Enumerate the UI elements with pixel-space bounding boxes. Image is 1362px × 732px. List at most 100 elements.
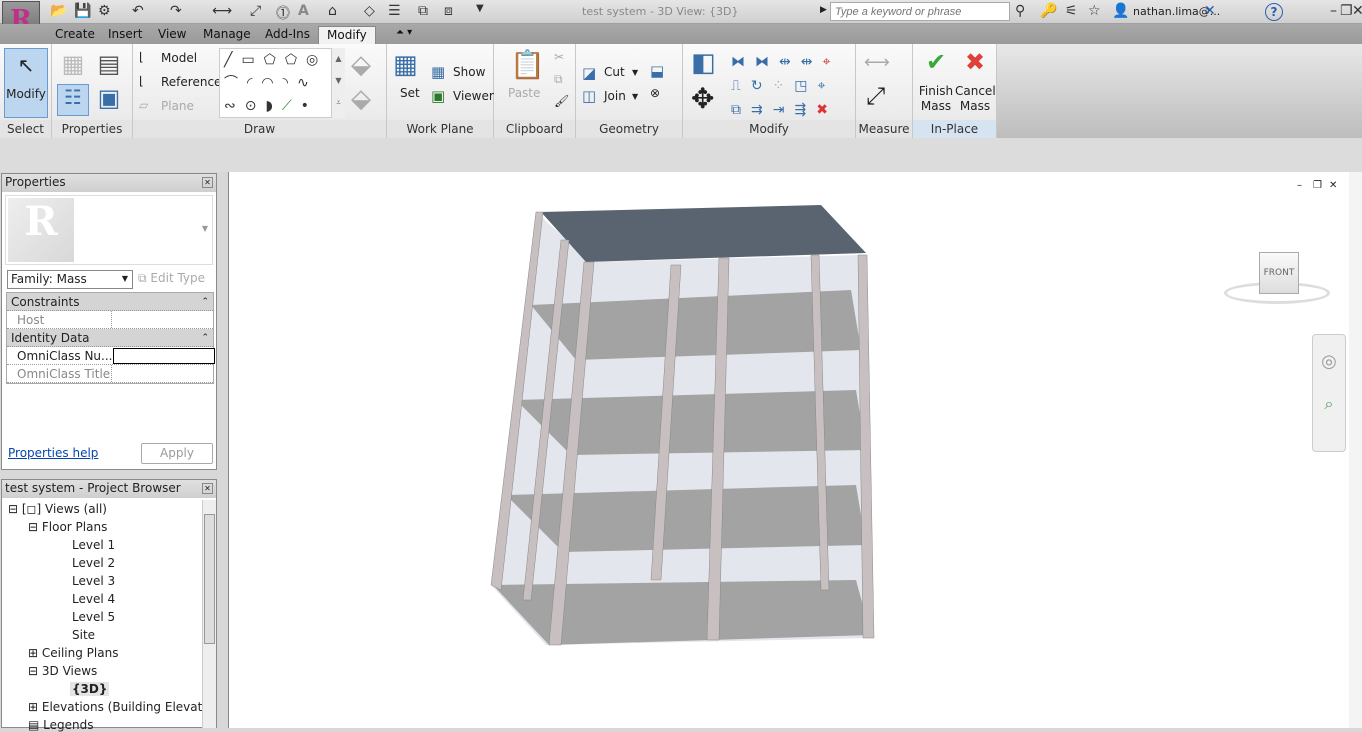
tree-elevations[interactable]: ⊞ Elevations (Building Elevatio [28,700,213,714]
offset-icon[interactable]: ⎍ [731,78,751,94]
arc-3pt-icon[interactable]: ⌒ [224,75,247,91]
pick-walls-icon[interactable]: ⬙ [351,84,371,114]
close-properties-button[interactable]: ✕ [202,177,213,188]
mirror-draw-axis-icon[interactable]: ⧓ [755,54,779,70]
family-category-icon[interactable]: ▤ [94,50,124,80]
building-mass-model[interactable] [229,172,1362,728]
apply-button[interactable]: Apply [141,443,213,464]
close-button[interactable]: ✕ [1352,3,1362,19]
key-icon[interactable]: 🔑 [1040,3,1057,19]
rotate-icon[interactable]: ↻ [751,78,773,94]
tab-create[interactable]: Create [55,27,95,41]
undo-icon[interactable]: ↶ [132,3,144,19]
unpin-icon[interactable]: ⌖ [822,54,840,70]
scale-icon[interactable]: ◳ [794,78,817,94]
tree-ceiling-plans[interactable]: ⊞ Ceiling Plans [28,646,118,660]
arc-partial-icon[interactable]: ◗ [265,98,281,114]
edit-type-button[interactable]: ⧉ Edit Type [138,271,205,286]
tree-floor-plans[interactable]: ⊟ Floor Plans [28,520,107,534]
draw-shape-gallery[interactable]: ╱▭⬠⬠◎ ⌒◜◠◝∿ ∾⊙◗⟋• [219,48,345,118]
steering-wheel-icon[interactable]: ◎ [1313,351,1345,372]
ribbon-minimize-toggle[interactable]: ⏶ ▾ [396,27,412,38]
help-button[interactable]: ? [1265,3,1283,21]
delete-icon[interactable]: ✖ [816,102,838,118]
arc-center-icon[interactable]: ◜ [247,75,261,91]
arc-tangent-icon[interactable]: ◠ [261,75,282,91]
align-icon[interactable]: ◧ [691,48,716,78]
set-button[interactable]: Set [400,86,420,100]
tree-views-all[interactable]: ⊟ [◻] Views (all) [8,502,107,516]
property-value[interactable] [111,365,112,382]
3d-viewport[interactable]: – ❐ ✕ FRONT ◎ ⌕ [228,172,1362,728]
type-selector[interactable]: R ▼ [5,195,213,265]
split-face-icon[interactable]: ⬓ [650,62,664,80]
switch-windows-icon[interactable]: ⧈ [444,3,453,19]
tab-modify[interactable]: Modify [318,26,376,44]
redo-icon[interactable]: ↷ [170,3,182,19]
tree-level-1[interactable]: Level 1 [72,538,115,552]
finish-mass-button[interactable]: ✔ Finish Mass [917,48,955,118]
tab-add-ins[interactable]: Add-Ins [265,27,310,41]
spline-icon[interactable]: ∿ [297,75,318,91]
save-icon[interactable]: 💾 [74,3,91,19]
tag-icon[interactable]: ⓵ [276,3,290,23]
search-input[interactable] [830,2,1010,21]
viewport-scrollbar[interactable] [1349,172,1362,728]
customize-dropdown-icon[interactable]: ▼ [476,3,484,14]
property-row-omniclass-title[interactable]: OmniClass Title [7,365,213,383]
star-icon[interactable]: ☆ [1088,3,1101,19]
satellite-icon[interactable]: ⚟ [1065,3,1078,19]
tab-manage[interactable]: Manage [203,27,251,41]
expand-search-icon[interactable]: ▶ [820,5,827,15]
viewcube[interactable]: FRONT [1259,252,1299,294]
plane-button[interactable]: Plane [161,99,194,113]
circumscribed-polygon-icon[interactable]: ⬠ [285,52,306,68]
fillet-arc-icon[interactable]: ◝ [283,75,297,91]
minimize-button[interactable]: – [1330,3,1337,19]
viewport-restore-icon[interactable]: ❐ [1313,180,1322,191]
3d-view-icon[interactable]: ⌂ [328,3,337,19]
section-icon[interactable]: ◇ [364,3,375,19]
tree-level-5[interactable]: Level 5 [72,610,115,624]
modify-button[interactable]: ↖ Modify [4,48,48,118]
tree-legends[interactable]: ▤ Legends [28,718,94,732]
binoculars-icon[interactable]: ⚲ [1015,3,1025,19]
properties-toggle-button[interactable]: ☷ [57,84,89,116]
copy-icon[interactable]: ⧉ [554,72,563,87]
tab-view[interactable]: View [158,27,186,41]
copy-element-icon[interactable]: ⧉ [731,102,751,118]
model-button[interactable]: Model [161,51,197,65]
property-value[interactable] [111,311,112,328]
reference-button[interactable]: Reference [161,75,221,89]
browser-scrollbar[interactable] [202,500,216,728]
cancel-mass-button[interactable]: ✖ Cancel Mass [955,48,996,118]
open-icon[interactable]: 📂 [50,3,67,19]
pick-faces-icon[interactable]: ⬙ [351,50,371,80]
rectangle-icon[interactable]: ▭ [241,52,263,68]
cut-icon[interactable]: ✂ [554,50,564,64]
section-identity-data[interactable]: Identity Data ⌃ [7,329,213,347]
split-with-gap-icon[interactable]: ⇹ [801,54,823,70]
properties-help-link[interactable]: Properties help [8,446,98,460]
zoom-region-icon[interactable]: ⌕ [1313,394,1345,414]
tree-3d-view-selected[interactable]: {3D} [70,682,110,696]
line-icon[interactable]: ╱ [224,52,241,68]
property-row-host[interactable]: Host [7,311,213,329]
family-types-icon[interactable]: ▣ [94,84,124,114]
measure-between-icon[interactable]: ⟷ [864,52,890,73]
omniclass-number-input[interactable] [113,348,215,364]
family-filter-dropdown[interactable]: Family: Mass ▼ [7,270,133,289]
tree-site[interactable]: Site [72,628,95,642]
move-icon[interactable]: ✥ [691,82,714,115]
cut-dropdown-icon[interactable]: ▼ [632,68,638,77]
ellipse-icon[interactable]: ∾ [224,98,245,114]
measure-icon[interactable]: ⟷ [212,3,232,19]
split-element-icon[interactable]: ⇹ [779,54,801,70]
dimension-icon[interactable]: ⤢ [866,82,885,110]
tree-level-2[interactable]: Level 2 [72,556,115,570]
type-dropdown-icon[interactable]: ▼ [202,224,208,233]
viewport-minimize-icon[interactable]: – [1297,180,1302,191]
paste-button[interactable]: Paste [508,86,540,100]
viewer-button[interactable]: Viewer [453,89,494,103]
point-icon[interactable]: • [301,98,318,114]
